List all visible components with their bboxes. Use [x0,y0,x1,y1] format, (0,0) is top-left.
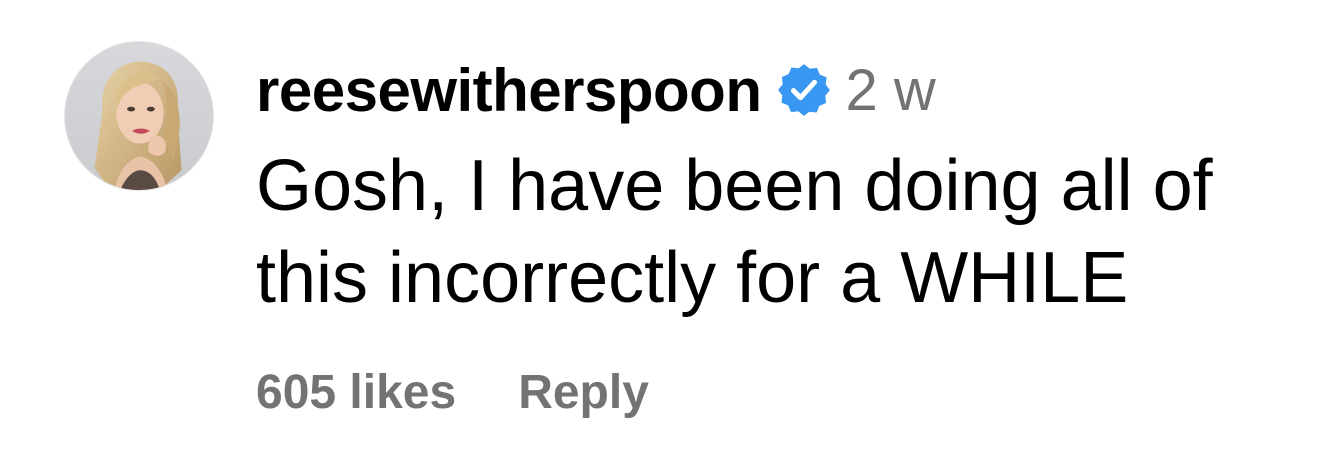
comment-text-line: Gosh, I have been doing all of [256,146,1213,226]
comment-header: reesewitherspoon 2 w [256,50,936,130]
verified-badge-icon [776,62,832,118]
likes-count[interactable]: 605 likes [256,365,456,420]
comment-text-line: this incorrectly for a WHILE [256,238,1129,318]
avatar-image [65,42,213,190]
comment-text: Gosh, I have been doing all of this inco… [256,140,1306,324]
comment-actions: 605 likes Reply [256,365,649,420]
comment: reesewitherspoon 2 w Gosh, I have been d… [0,0,1326,466]
reply-button[interactable]: Reply [518,365,649,420]
timestamp[interactable]: 2 w [846,57,936,124]
avatar[interactable] [64,41,214,191]
username[interactable]: reesewitherspoon [256,56,762,125]
